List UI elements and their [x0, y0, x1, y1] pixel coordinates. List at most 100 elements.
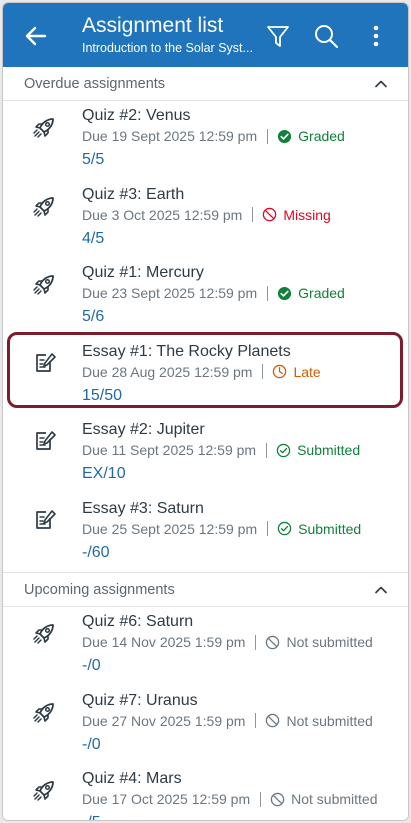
due-date: Due 11 Sept 2025 12:59 pm [82, 442, 257, 458]
rocket-icon [31, 698, 59, 726]
divider [266, 442, 268, 458]
phone-screen: Assignment list Introduction to the Sola… [2, 2, 409, 821]
more-options-icon[interactable] [361, 21, 391, 51]
course-subtitle: Introduction to the Solar Syst... [82, 41, 253, 55]
not-submitted-icon [270, 792, 291, 807]
assignment-row[interactable]: Essay #2: Jupiter Due 11 Sept 2025 12:59 … [3, 415, 408, 494]
score: -/0 [82, 657, 101, 674]
not-submitted-icon [265, 713, 286, 728]
status-label: Not submitted [291, 791, 378, 807]
status-label: Graded [298, 285, 345, 301]
page-title: Assignment list [82, 14, 224, 37]
chevron-up-icon[interactable] [374, 583, 388, 597]
due-date: Due 14 Nov 2025 1:59 pm [82, 634, 246, 650]
section-header[interactable]: Upcoming assignments [3, 573, 408, 607]
status-badge: Submitted [277, 521, 361, 537]
divider [267, 128, 269, 144]
due-date: Due 28 Aug 2025 12:59 pm [82, 363, 253, 380]
divider [267, 285, 269, 301]
status-badge: Not submitted [265, 712, 373, 729]
assignment-name: Quiz #4: Mars [82, 770, 182, 787]
assignment-name: Quiz #6: Saturn [82, 613, 194, 630]
divider [260, 791, 262, 807]
assignment-name: Quiz #2: Venus [82, 107, 191, 124]
due-line: Due 14 Nov 2025 1:59 pm Not submitted [82, 634, 373, 650]
status-badge: Not submitted [270, 791, 377, 807]
due-date: Due 17 Oct 2025 12:59 pm [82, 791, 251, 807]
score: 5/6 [82, 308, 105, 325]
section-title: Overdue assignments [24, 76, 166, 92]
filter-icon[interactable] [263, 21, 293, 51]
assignment-row[interactable]: Quiz #2: Venus Due 19 Sept 2025 12:59 pm G… [3, 101, 408, 180]
title-block: Assignment list Introduction to the Sola… [82, 13, 262, 57]
section-header[interactable]: Overdue assignments [3, 67, 408, 101]
rocket-icon [31, 192, 59, 220]
check-circle-outline-icon [276, 443, 297, 458]
assignment-row[interactable]: Quiz #1: Mercury Due 23 Sept 2025 12:59 p… [3, 258, 408, 337]
section-title: Upcoming assignments [24, 582, 175, 598]
assignment-name: Quiz #7: Uranus [82, 691, 198, 709]
status-badge: Missing [262, 206, 331, 223]
assignment-row[interactable]: Quiz #7: Uranus Due 27 Nov 2025 1:59 pm No… [3, 685, 408, 764]
status-badge: Graded [277, 128, 345, 144]
due-line: Due 27 Nov 2025 1:59 pm Not submitted [82, 713, 373, 729]
status-badge: Graded [277, 285, 345, 301]
due-date: Due 27 Nov 2025 1:59 pm [82, 712, 246, 729]
missing-icon [262, 207, 283, 222]
assignment-icon [31, 349, 59, 377]
due-line: Due 28 Aug 2025 12:59 pm Late [82, 364, 321, 380]
assignment-row[interactable]: Quiz #6: Saturn Due 14 Nov 2025 1:59 pm No… [3, 607, 408, 686]
divider [255, 713, 257, 728]
assignment-row[interactable]: Essay #1: The Rocky Planets Due 28 Aug 20… [3, 336, 408, 415]
due-line: Due 19 Sept 2025 12:59 pm Graded [82, 128, 345, 144]
status-badge: Late [272, 363, 321, 380]
rocket-icon [31, 270, 59, 298]
assignment-list: Overdue assignments Quiz #2: Venus Due 19 … [3, 67, 408, 820]
assignment-icon [31, 427, 59, 455]
score: -/0 [82, 735, 101, 753]
divider [255, 634, 257, 650]
due-date: Due 19 Sept 2025 12:59 pm [82, 128, 258, 144]
assignment-name: Essay #3: Saturn [82, 499, 204, 517]
status-label: Submitted [298, 520, 362, 537]
divider [262, 364, 264, 379]
status-label: Submitted [297, 442, 361, 458]
not-submitted-icon [265, 635, 286, 650]
clock-icon [272, 364, 293, 379]
score: 15/50 [82, 386, 123, 404]
back-arrow-icon[interactable] [23, 23, 49, 49]
rocket-icon [31, 113, 59, 141]
divider [252, 207, 254, 222]
due-line: Due 3 Oct 2025 12:59 pm Missing [82, 207, 331, 223]
rocket-icon [31, 619, 59, 647]
status-label: Not submitted [286, 634, 373, 650]
status-label: Late [293, 363, 321, 380]
chevron-up-icon[interactable] [374, 77, 388, 91]
status-badge: Submitted [276, 442, 360, 458]
assignment-row[interactable]: Quiz #3: Earth Due 3 Oct 2025 12:59 pm Mis… [3, 179, 408, 258]
assignment-row[interactable]: Essay #3: Saturn Due 25 Sept 2025 12:59 p… [3, 493, 408, 572]
divider [267, 521, 269, 536]
status-label: Not submitted [286, 712, 373, 729]
score: 4/5 [82, 229, 105, 247]
check-circle-icon [277, 286, 298, 301]
score: -/60 [82, 543, 110, 561]
due-line: Due 23 Sept 2025 12:59 pm Graded [82, 285, 345, 301]
due-line: Due 17 Oct 2025 12:59 pm Not submitted [82, 791, 377, 807]
score: EX/10 [82, 465, 126, 482]
check-circle-icon [277, 129, 298, 144]
search-icon[interactable] [311, 21, 341, 51]
due-date: Due 25 Sept 2025 12:59 pm [82, 520, 258, 537]
check-circle-outline-icon [277, 521, 298, 536]
app-bar: Assignment list Introduction to the Sola… [3, 3, 408, 67]
assignment-name: Essay #1: The Rocky Planets [82, 342, 291, 360]
due-date: Due 23 Sept 2025 12:59 pm [82, 285, 258, 301]
status-badge: Not submitted [265, 634, 373, 650]
due-line: Due 25 Sept 2025 12:59 pm Submitted [82, 521, 361, 537]
assignment-icon [31, 506, 59, 534]
due-line: Due 11 Sept 2025 12:59 pm Submitted [82, 442, 360, 458]
score: 5/5 [82, 151, 105, 168]
status-label: Missing [283, 206, 331, 223]
assignment-name: Quiz #3: Earth [82, 185, 185, 203]
assignment-row[interactable]: Quiz #4: Mars Due 17 Oct 2025 12:59 pm Not… [3, 764, 408, 820]
